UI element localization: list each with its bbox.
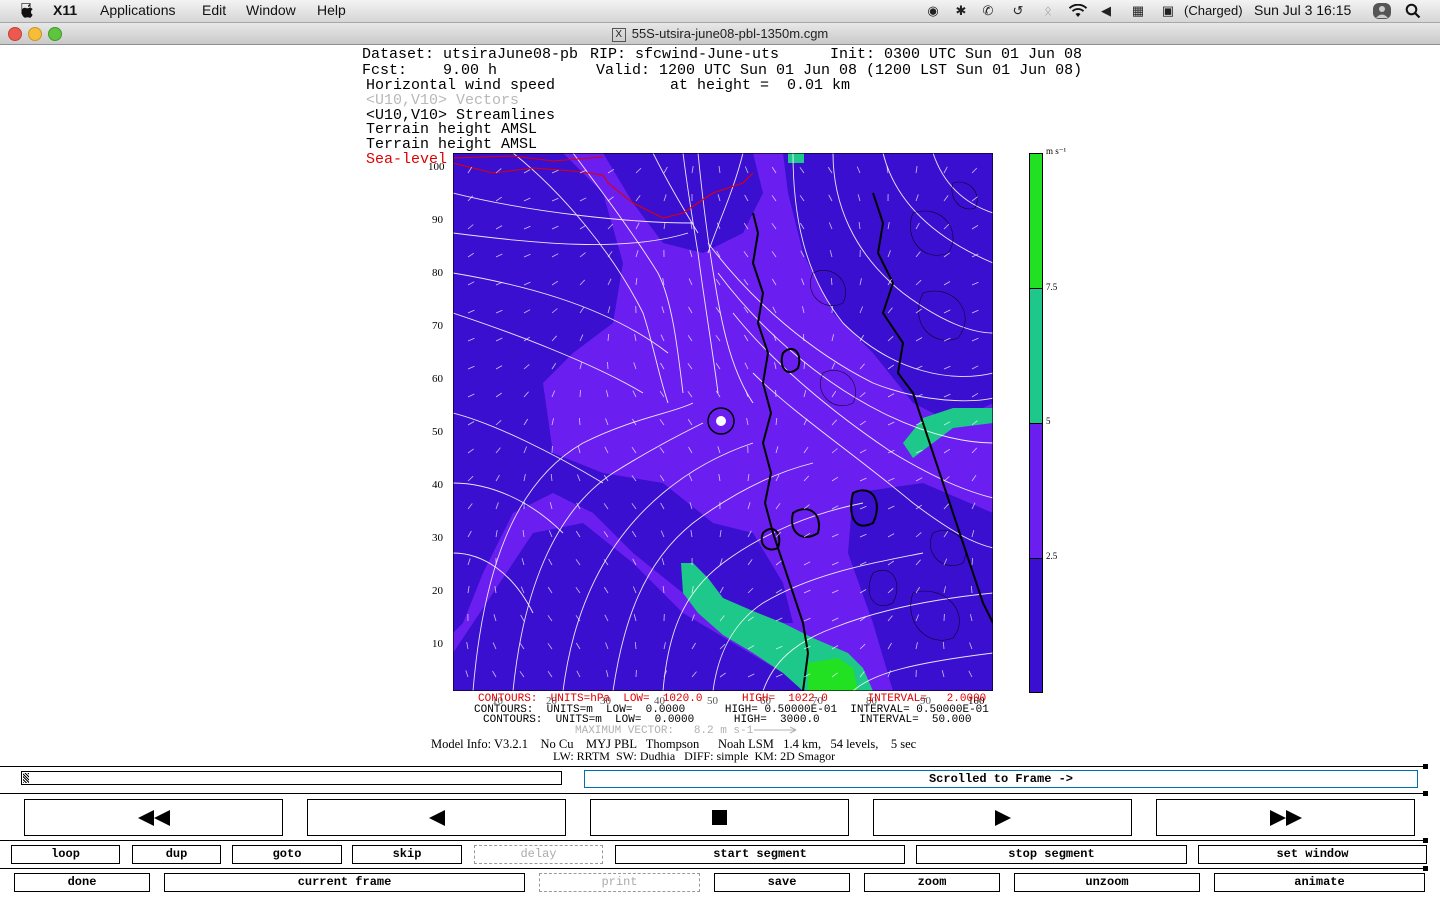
stop-button[interactable] <box>590 799 849 836</box>
y-tick-30: 30 <box>432 532 443 544</box>
rewind-icon <box>138 810 170 826</box>
battery-icon[interactable]: ▣ <box>1160 3 1176 19</box>
delay-button[interactable]: delay <box>474 845 603 864</box>
dup-button[interactable]: dup <box>132 845 221 864</box>
colorbar-label-7-5: 7.5 <box>1046 282 1058 292</box>
app-menu-x11[interactable]: X11 <box>53 2 77 18</box>
network-icon[interactable]: ✱ <box>953 3 969 19</box>
wind-vector-arrow <box>579 389 581 398</box>
zoom-window-button[interactable] <box>48 27 62 41</box>
minimize-window-button[interactable] <box>28 27 42 41</box>
window-title: 55S-utsira-june08-pbl-1350m.cgm <box>631 26 829 41</box>
stop-segment-button[interactable]: stop segment <box>916 845 1187 864</box>
wind-speed-map <box>453 153 993 691</box>
speed-band-5-to-7-5-north <box>788 153 804 163</box>
spotlight-search-icon[interactable] <box>1405 3 1421 19</box>
unzoom-button[interactable]: unzoom <box>1014 873 1200 892</box>
time-machine-icon[interactable]: ↺ <box>1010 3 1026 19</box>
sash-handle-1[interactable] <box>1423 764 1428 769</box>
panel-divider-3 <box>0 840 1428 841</box>
height-label: at height = 0.01 km <box>670 77 851 94</box>
sash-handle-4[interactable] <box>1423 866 1428 871</box>
menu-applications[interactable]: Applications <box>100 2 176 18</box>
menu-edit[interactable]: Edit <box>202 2 226 18</box>
frame-scrollbar[interactable] <box>21 771 562 785</box>
print-button[interactable]: print <box>539 873 700 892</box>
phone-icon[interactable]: ✆ <box>980 3 996 19</box>
sash-handle-3[interactable] <box>1423 838 1428 843</box>
y-tick-40: 40 <box>432 479 443 491</box>
panel-divider-4 <box>0 868 1428 869</box>
wind-vector-arrow <box>607 361 609 370</box>
colorbar-unit: m s⁻¹ <box>1046 146 1067 156</box>
sash-handle-2[interactable] <box>1423 791 1428 796</box>
colorbar-band-5-to-7-5 <box>1030 289 1042 424</box>
y-tick-80: 80 <box>432 267 443 279</box>
colorbar-band-2-5-to-5 <box>1030 424 1042 559</box>
play-icon <box>995 810 1011 826</box>
colorbar <box>1029 153 1043 693</box>
menu-clock[interactable]: Sun Jul 3 16:15 <box>1254 2 1351 18</box>
goto-button[interactable]: goto <box>232 845 342 864</box>
close-window-button[interactable] <box>8 27 22 41</box>
panel-divider-2 <box>0 793 1428 794</box>
max-vector-arrow <box>754 726 797 734</box>
dataset-label: Dataset: utsiraJune08-pb <box>362 46 579 63</box>
zoom-button[interactable]: zoom <box>864 873 1000 892</box>
start-segment-button[interactable]: start segment <box>615 845 905 864</box>
init-label: Init: 0300 UTC Sun 01 Jun 08 <box>830 46 1083 63</box>
colorbar-band-7-5-to-10 <box>1030 154 1042 289</box>
save-button[interactable]: save <box>714 873 850 892</box>
fast-forward-icon <box>1270 810 1302 826</box>
calendar-icon[interactable]: ▦ <box>1130 3 1146 19</box>
frame-scrollbar-thumb[interactable] <box>23 773 29 783</box>
y-tick-50: 50 <box>432 426 443 438</box>
panel-divider-1 <box>0 766 1428 767</box>
bluetooth-icon[interactable]: ᛟ <box>1040 3 1056 19</box>
max-vector-label: MAXIMUM VECTOR: 8.2 m s-1 <box>575 725 754 737</box>
apple-logo-icon[interactable] <box>20 3 35 19</box>
current-frame-button[interactable]: current frame <box>164 873 525 892</box>
user-icon[interactable] <box>1373 3 1391 19</box>
play-button[interactable] <box>873 799 1132 836</box>
wifi-icon[interactable] <box>1068 4 1088 18</box>
rewind-button[interactable] <box>24 799 283 836</box>
colorbar-label-2-5: 2.5 <box>1046 551 1058 561</box>
skip-button[interactable]: skip <box>352 845 462 864</box>
model-info-physics: LW: RRTM SW: Dudhia DIFF: simple KM: 2D … <box>553 749 836 763</box>
set-window-button[interactable]: set window <box>1198 845 1427 864</box>
colorbar-band-0-to-2-5 <box>1030 559 1042 692</box>
y-tick-90: 90 <box>432 214 443 226</box>
animate-button[interactable]: animate <box>1214 873 1425 892</box>
y-tick-60: 60 <box>432 373 443 385</box>
step-back-button[interactable] <box>307 799 566 836</box>
y-tick-10: 10 <box>432 638 443 650</box>
battery-status: (Charged) <box>1184 3 1243 18</box>
done-button[interactable]: done <box>14 873 150 892</box>
mac-menu-bar:  X11 Applications Edit Window Help ◉ ✱ … <box>0 0 1440 23</box>
rip-label: RIP: sfcwind-June-uts <box>590 46 780 63</box>
y-tick-20: 20 <box>432 585 443 597</box>
stop-icon <box>712 810 727 825</box>
menu-window[interactable]: Window <box>246 2 296 18</box>
status-text: Scrolled to Frame -> <box>928 772 1074 786</box>
monitor-icon[interactable]: ◉ <box>925 3 941 19</box>
y-tick-100: 100 <box>428 161 445 173</box>
x11-window-icon: X <box>611 27 626 42</box>
fast-forward-button[interactable] <box>1156 799 1415 836</box>
window-title-bar[interactable]: X 55S-utsira-june08-pbl-1350m.cgm <box>0 23 1440 45</box>
y-tick-70: 70 <box>432 320 443 332</box>
loop-button[interactable]: loop <box>11 845 120 864</box>
status-field: Scrolled to Frame -> <box>584 770 1418 788</box>
volume-icon[interactable]: ◀ <box>1098 3 1114 19</box>
step-back-icon <box>429 810 445 826</box>
menu-help[interactable]: Help <box>317 2 346 18</box>
stagnation-point <box>716 416 726 426</box>
colorbar-label-5: 5 <box>1046 416 1051 426</box>
